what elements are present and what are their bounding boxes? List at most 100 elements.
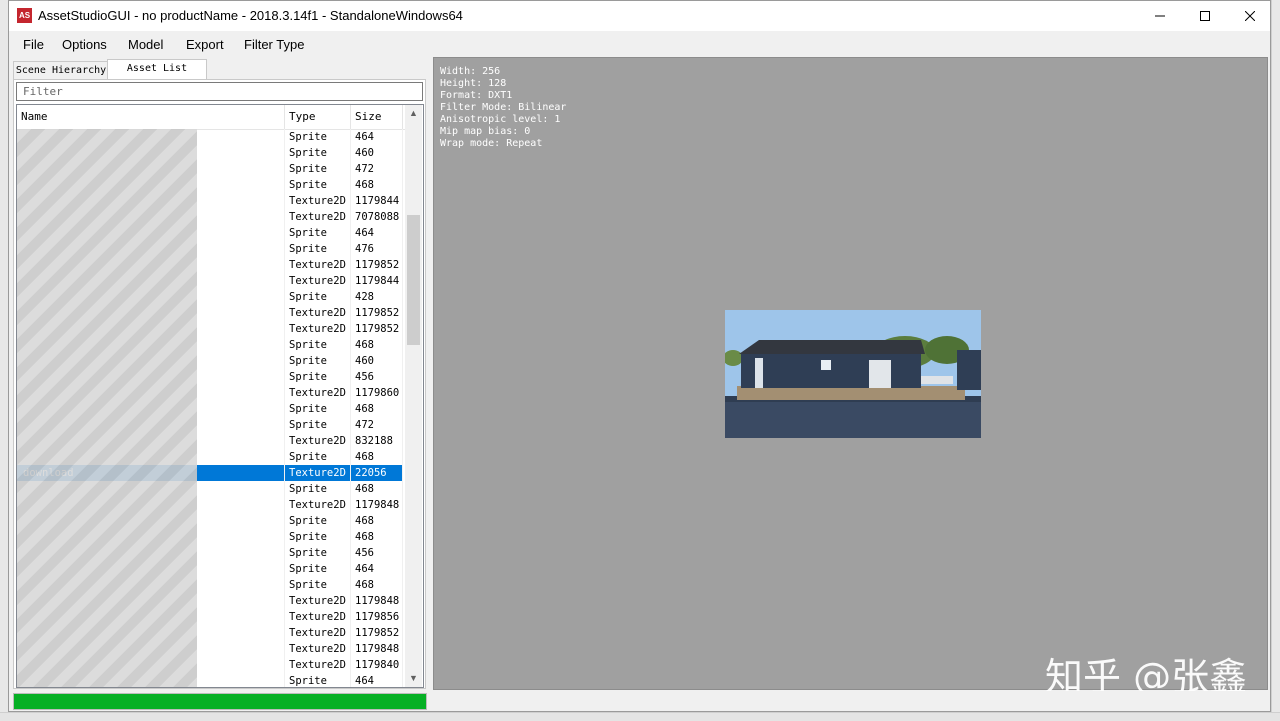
cell-type: Texture2D — [285, 193, 351, 209]
cell-size: 832188 — [351, 433, 403, 449]
menu-file[interactable]: File — [23, 37, 44, 52]
cell-size: 1179852 — [351, 305, 403, 321]
cell-type: Sprite — [285, 481, 351, 497]
cell-size: 1179852 — [351, 257, 403, 273]
cell-type: Texture2D — [285, 609, 351, 625]
cell-size: 428 — [351, 289, 403, 305]
cell-size: 468 — [351, 513, 403, 529]
cell-type: Sprite — [285, 513, 351, 529]
texture-info: Width: 256 Height: 128 Format: DXT1 Filter … — [440, 66, 566, 150]
title-bar[interactable]: AS AssetStudioGUI - no productName - 201… — [9, 1, 1270, 31]
cell-size: 468 — [351, 177, 403, 193]
cell-type: Sprite — [285, 401, 351, 417]
cell-type: Texture2D — [285, 257, 351, 273]
cell-type: Sprite — [285, 449, 351, 465]
cell-size: 468 — [351, 449, 403, 465]
scroll-down-icon[interactable]: ▼ — [405, 670, 422, 687]
cell-type: Sprite — [285, 577, 351, 593]
column-header-name[interactable]: Name — [17, 105, 285, 129]
redacted-names — [17, 129, 197, 687]
cell-size: 464 — [351, 129, 403, 145]
cell-size: 460 — [351, 353, 403, 369]
cell-size: 22056 — [351, 465, 403, 481]
cell-size: 472 — [351, 417, 403, 433]
scroll-thumb[interactable] — [407, 215, 420, 345]
info-line: Mip map bias: 0 — [440, 126, 531, 137]
app-icon: AS — [17, 8, 32, 23]
cell-size: 468 — [351, 577, 403, 593]
cell-type: Sprite — [285, 289, 351, 305]
cell-size: 456 — [351, 369, 403, 385]
menu-model[interactable]: Model — [128, 37, 163, 52]
cell-size: 472 — [351, 161, 403, 177]
menu-export[interactable]: Export — [186, 37, 224, 52]
cell-size: 468 — [351, 529, 403, 545]
preview-panel: Width: 256 Height: 128 Format: DXT1 Filter … — [433, 57, 1268, 699]
cell-type: Texture2D — [285, 273, 351, 289]
info-line: Anisotropic level: 1 — [440, 114, 561, 125]
background-edge-right — [1271, 0, 1280, 720]
texture-preview-image — [725, 310, 981, 438]
cell-size: 468 — [351, 337, 403, 353]
cell-type: Texture2D — [285, 433, 351, 449]
cell-size: 456 — [351, 545, 403, 561]
cell-type: Texture2D — [285, 465, 351, 481]
cell-type: Sprite — [285, 529, 351, 545]
list-header: Name Type Size — [17, 105, 405, 130]
cell-type: Texture2D — [285, 305, 351, 321]
cell-type: Sprite — [285, 417, 351, 433]
cell-size: 1179840 — [351, 657, 403, 673]
cell-type: Sprite — [285, 161, 351, 177]
progress-fill — [14, 694, 426, 709]
tab-scene-hierarchy[interactable]: Scene Hierarchy — [13, 61, 109, 80]
cell-size: 1179848 — [351, 497, 403, 513]
close-button[interactable] — [1227, 1, 1273, 31]
menu-filter-type[interactable]: Filter Type — [244, 37, 304, 52]
cell-type: Texture2D — [285, 657, 351, 673]
filter-input[interactable] — [16, 82, 423, 101]
cell-type: Sprite — [285, 369, 351, 385]
window-title: AssetStudioGUI - no productName - 2018.3… — [38, 8, 463, 23]
cell-type: Texture2D — [285, 641, 351, 657]
info-line: Width: 256 — [440, 66, 501, 77]
cell-type: Texture2D — [285, 209, 351, 225]
scroll-up-icon[interactable]: ▲ — [405, 105, 422, 122]
menu-bar: File Options Model Export Filter Type — [9, 31, 1270, 57]
tab-asset-list[interactable]: Asset List — [107, 59, 207, 80]
cell-size: 1179848 — [351, 593, 403, 609]
cell-type: Sprite — [285, 673, 351, 687]
info-line: Filter Mode: Bilinear — [440, 102, 567, 113]
cell-type: Sprite — [285, 545, 351, 561]
main-window: AS AssetStudioGUI - no productName - 201… — [8, 0, 1271, 712]
cell-size: 464 — [351, 225, 403, 241]
cell-size: 468 — [351, 401, 403, 417]
cell-size: 1179848 — [351, 641, 403, 657]
cell-size: 464 — [351, 673, 403, 687]
cell-type: Texture2D — [285, 321, 351, 337]
info-line: Height: 128 — [440, 78, 507, 89]
cell-size: 1179844 — [351, 193, 403, 209]
list-scrollbar[interactable]: ▲ ▼ — [405, 105, 422, 687]
cell-type: Sprite — [285, 225, 351, 241]
cell-type: Sprite — [285, 177, 351, 193]
cell-size: 7078088 — [351, 209, 403, 225]
minimize-button[interactable] — [1137, 1, 1183, 31]
maximize-button[interactable] — [1182, 1, 1228, 31]
cell-size: 1179844 — [351, 273, 403, 289]
cell-size: 476 — [351, 241, 403, 257]
asset-list: Name Type Size Sprite 464 Sprite 460 Sprite 4… — [16, 104, 424, 688]
column-header-type[interactable]: Type — [285, 105, 351, 129]
cell-type: Sprite — [285, 337, 351, 353]
progress-bar — [13, 693, 427, 710]
column-header-size[interactable]: Size — [351, 105, 403, 129]
cell-type: Sprite — [285, 129, 351, 145]
menu-options[interactable]: Options — [62, 37, 107, 52]
cell-size: 464 — [351, 561, 403, 577]
cell-type: Texture2D — [285, 497, 351, 513]
minimize-icon — [1155, 15, 1165, 17]
cell-size: 1179852 — [351, 321, 403, 337]
preview-status-strip — [433, 691, 1268, 711]
cell-type: Texture2D — [285, 593, 351, 609]
asset-list-panel: Name Type Size Sprite464Sprite460Sprite4… — [13, 79, 426, 689]
cell-type: Sprite — [285, 145, 351, 161]
